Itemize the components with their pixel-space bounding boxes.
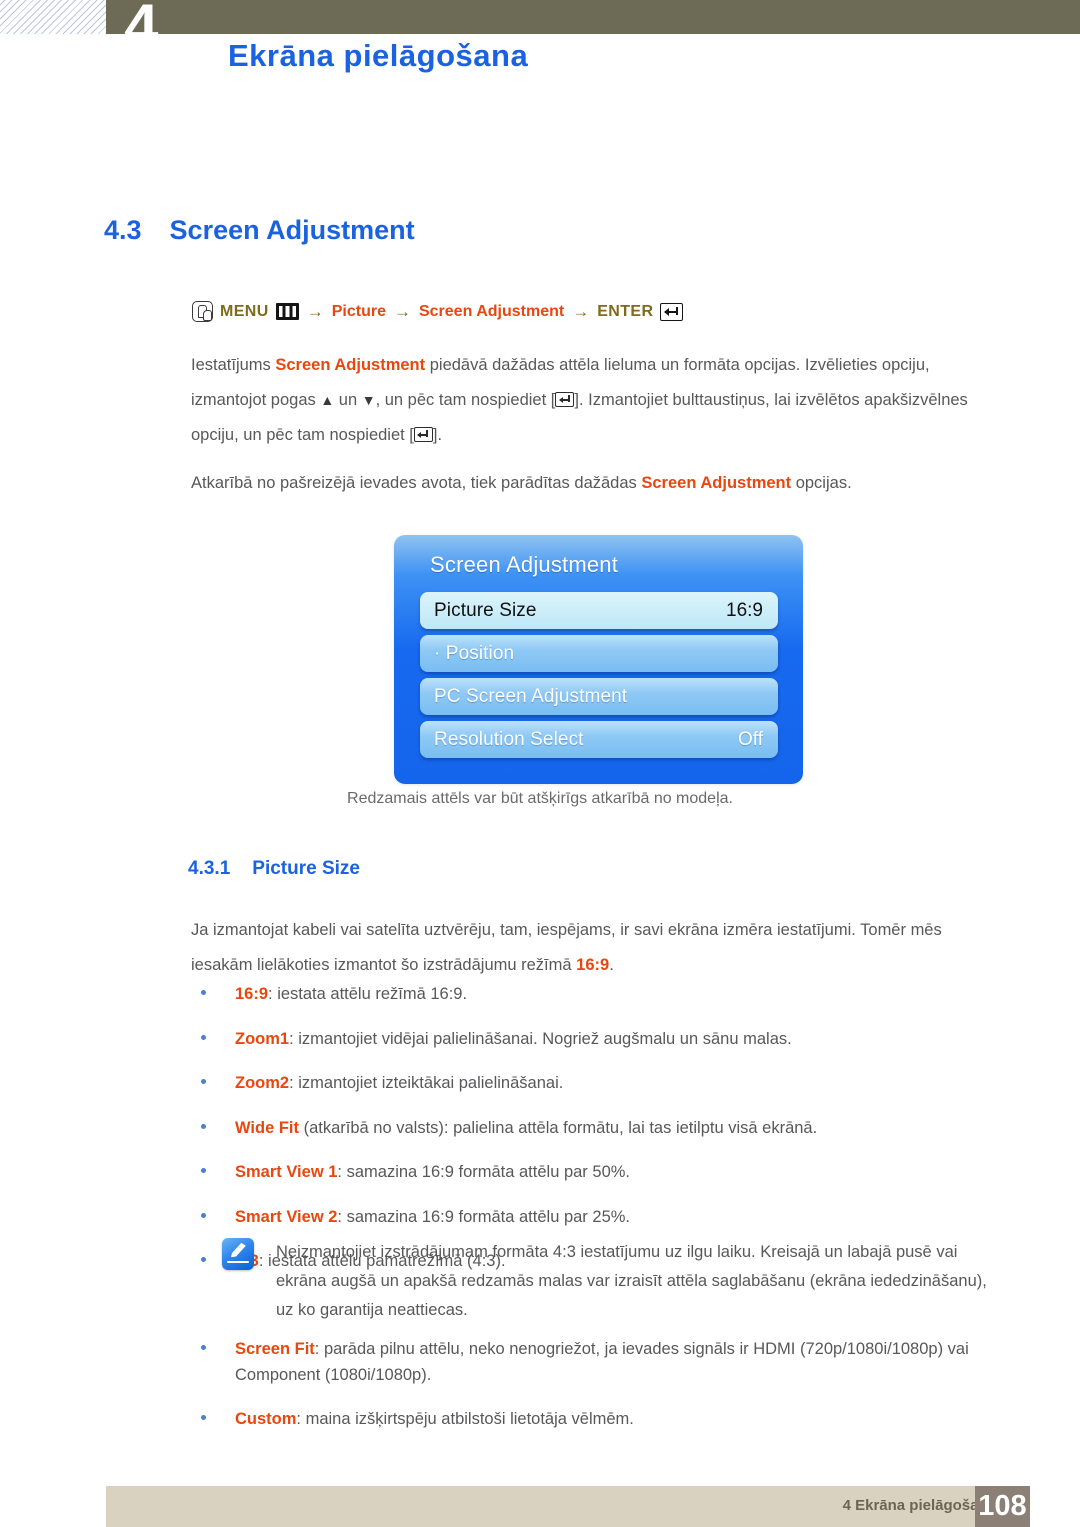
- list-item-desc: : maina izšķirtspēju atbilstoši lietotāj…: [296, 1410, 634, 1429]
- path-arrow-2: →: [393, 301, 411, 321]
- menu-label: MENU: [220, 302, 269, 320]
- p3-part-a: Ja izmantojat kabeli vai satelīta uztvēr…: [191, 921, 942, 974]
- list-item-desc: : samazina 16:9 formāta attēlu par 50%.: [337, 1163, 630, 1182]
- source-paragraph: Atkarībā no pašreizējā ievades avota, ti…: [191, 466, 991, 501]
- osd-row-picture-size[interactable]: Picture Size 16:9: [420, 592, 778, 629]
- p2-part-b: opcijas.: [791, 474, 852, 492]
- p3-part-b: .: [609, 955, 614, 974]
- osd-row-value: 16:9: [726, 599, 763, 621]
- list-item-desc: : iestata attēlu režīmā 16:9.: [268, 985, 468, 1003]
- path-arrow-3: →: [572, 301, 590, 321]
- osd-row-label: PC Screen Adjustment: [434, 685, 628, 707]
- osd-title: Screen Adjustment: [430, 552, 619, 577]
- header-bar: [106, 0, 1080, 34]
- subsection-number: 4.3.1: [188, 858, 231, 879]
- list-item-term: Screen Fit: [235, 1340, 315, 1358]
- manual-page: 4 Ekrāna pielāgošana 4.3 Screen Adjustme…: [0, 0, 1080, 1527]
- osd-row-label: Picture Size: [434, 599, 537, 621]
- path-item-screen-adjustment: Screen Adjustment: [418, 302, 565, 320]
- picture-size-paragraph: Ja izmantojat kabeli vai satelīta uztvēr…: [191, 913, 991, 983]
- note-pencil-icon: [222, 1238, 254, 1270]
- list-item: Smart View 2: samazina 16:9 formāta attē…: [191, 1205, 1001, 1231]
- enter-return-icon-inline-2: [413, 426, 433, 442]
- p3-highlight: 16:9: [576, 955, 610, 974]
- section-number: 4.3: [104, 215, 142, 245]
- list-item-term: Zoom2: [235, 1074, 290, 1093]
- picture-size-options-list-continued: Screen Fit: parāda pilnu attēlu, neko ne…: [191, 1337, 1001, 1452]
- list-item-desc: : parāda pilnu attēlu, neko nenogriežot,…: [235, 1340, 969, 1384]
- subsection-heading: 4.3.1 Picture Size: [188, 858, 360, 880]
- list-item-desc: : izmantojiet vidējai palielināšanai. No…: [289, 1029, 792, 1048]
- osd-menu-mockup: Screen Adjustment Picture Size 16:9 · Po…: [394, 535, 803, 784]
- list-item-term: Zoom1: [235, 1029, 290, 1048]
- footer-page-box: 108: [975, 1486, 1030, 1527]
- p1-part-a: Iestatījums: [191, 356, 276, 374]
- path-arrow-1: →: [306, 301, 324, 321]
- enter-label: ENTER: [597, 302, 654, 320]
- enter-return-icon-inline-1: [555, 391, 575, 407]
- osd-row-label: · Position: [434, 642, 515, 664]
- section-heading: 4.3 Screen Adjustment: [104, 215, 415, 246]
- list-item-term: Wide Fit: [235, 1118, 300, 1137]
- list-item: Smart View 1: samazina 16:9 formāta attē…: [191, 1160, 1001, 1186]
- osd-row-resolution-select[interactable]: Resolution Select Off: [420, 721, 778, 758]
- menu-bars-icon: [275, 303, 299, 320]
- p1-part-d: , un pēc tam nospiediet [: [375, 390, 556, 409]
- page-number: 108: [978, 1490, 1027, 1522]
- list-item-desc: : samazina 16:9 formāta attēlu par 25%.: [337, 1207, 630, 1226]
- list-item: Zoom2: izmantojiet izteiktākai palielinā…: [191, 1071, 1001, 1097]
- list-item: Wide Fit (atkarībā no valsts): palielina…: [191, 1116, 1001, 1142]
- osd-row-position[interactable]: · Position: [420, 635, 778, 672]
- osd-row-label: Resolution Select: [434, 728, 584, 750]
- osd-row-pc-screen-adjustment[interactable]: PC Screen Adjustment: [420, 678, 778, 715]
- header-hatch-pattern: [0, 0, 106, 34]
- list-item: Zoom1: izmantojiet vidējai palielināšana…: [191, 1027, 1001, 1053]
- up-arrow-glyph: ▲: [320, 391, 335, 408]
- list-item-term: Smart View 1: [235, 1163, 338, 1182]
- note-callout: Neizmantojiet izstrādājumam formāta 4:3 …: [222, 1238, 1002, 1325]
- list-item: 16:9: iestata attēlu režīmā 16:9.: [191, 982, 1001, 1008]
- p1-part-c: un: [334, 390, 362, 409]
- list-item-desc: : izmantojiet izteiktākai palielināšanai…: [289, 1074, 564, 1093]
- list-item-desc: (atkarībā no valsts): palielina attēla f…: [299, 1118, 818, 1137]
- p2-highlight: Screen Adjustment: [641, 474, 792, 492]
- subsection-title: Picture Size: [252, 858, 360, 879]
- osd-caption: Redzamais attēls var būt atšķirīgs atkar…: [347, 790, 733, 807]
- note-text: Neizmantojiet izstrādājumam formāta 4:3 …: [276, 1243, 987, 1319]
- path-item-picture: Picture: [331, 302, 386, 320]
- list-item: Screen Fit: parāda pilnu attēlu, neko ne…: [191, 1337, 1001, 1388]
- enter-return-icon: [660, 302, 684, 321]
- list-item: Custom: maina izšķirtspēju atbilstoši li…: [191, 1407, 1001, 1433]
- p1-highlight: Screen Adjustment: [275, 356, 426, 374]
- hand-press-icon: [192, 301, 213, 322]
- footer-label: 4 Ekrāna pielāgošana: [842, 1497, 996, 1514]
- chapter-number: 4: [124, 0, 159, 61]
- down-arrow-glyph: ▼: [361, 391, 376, 408]
- p1-part-f: ].: [432, 425, 443, 444]
- list-item-term: 16:9: [235, 985, 269, 1003]
- osd-row-value: Off: [738, 728, 763, 750]
- intro-paragraph: Iestatījums Screen Adjustment piedāvā da…: [191, 348, 991, 453]
- section-title: Screen Adjustment: [169, 215, 415, 245]
- chapter-title: Ekrāna pielāgošana: [228, 38, 529, 73]
- menu-path-breadcrumb: MENU → Picture → Screen Adjustment → ENT…: [192, 301, 684, 322]
- list-item-term: Smart View 2: [235, 1207, 338, 1226]
- list-item-term: Custom: [235, 1410, 297, 1429]
- p2-part-a: Atkarībā no pašreizējā ievades avota, ti…: [191, 474, 642, 492]
